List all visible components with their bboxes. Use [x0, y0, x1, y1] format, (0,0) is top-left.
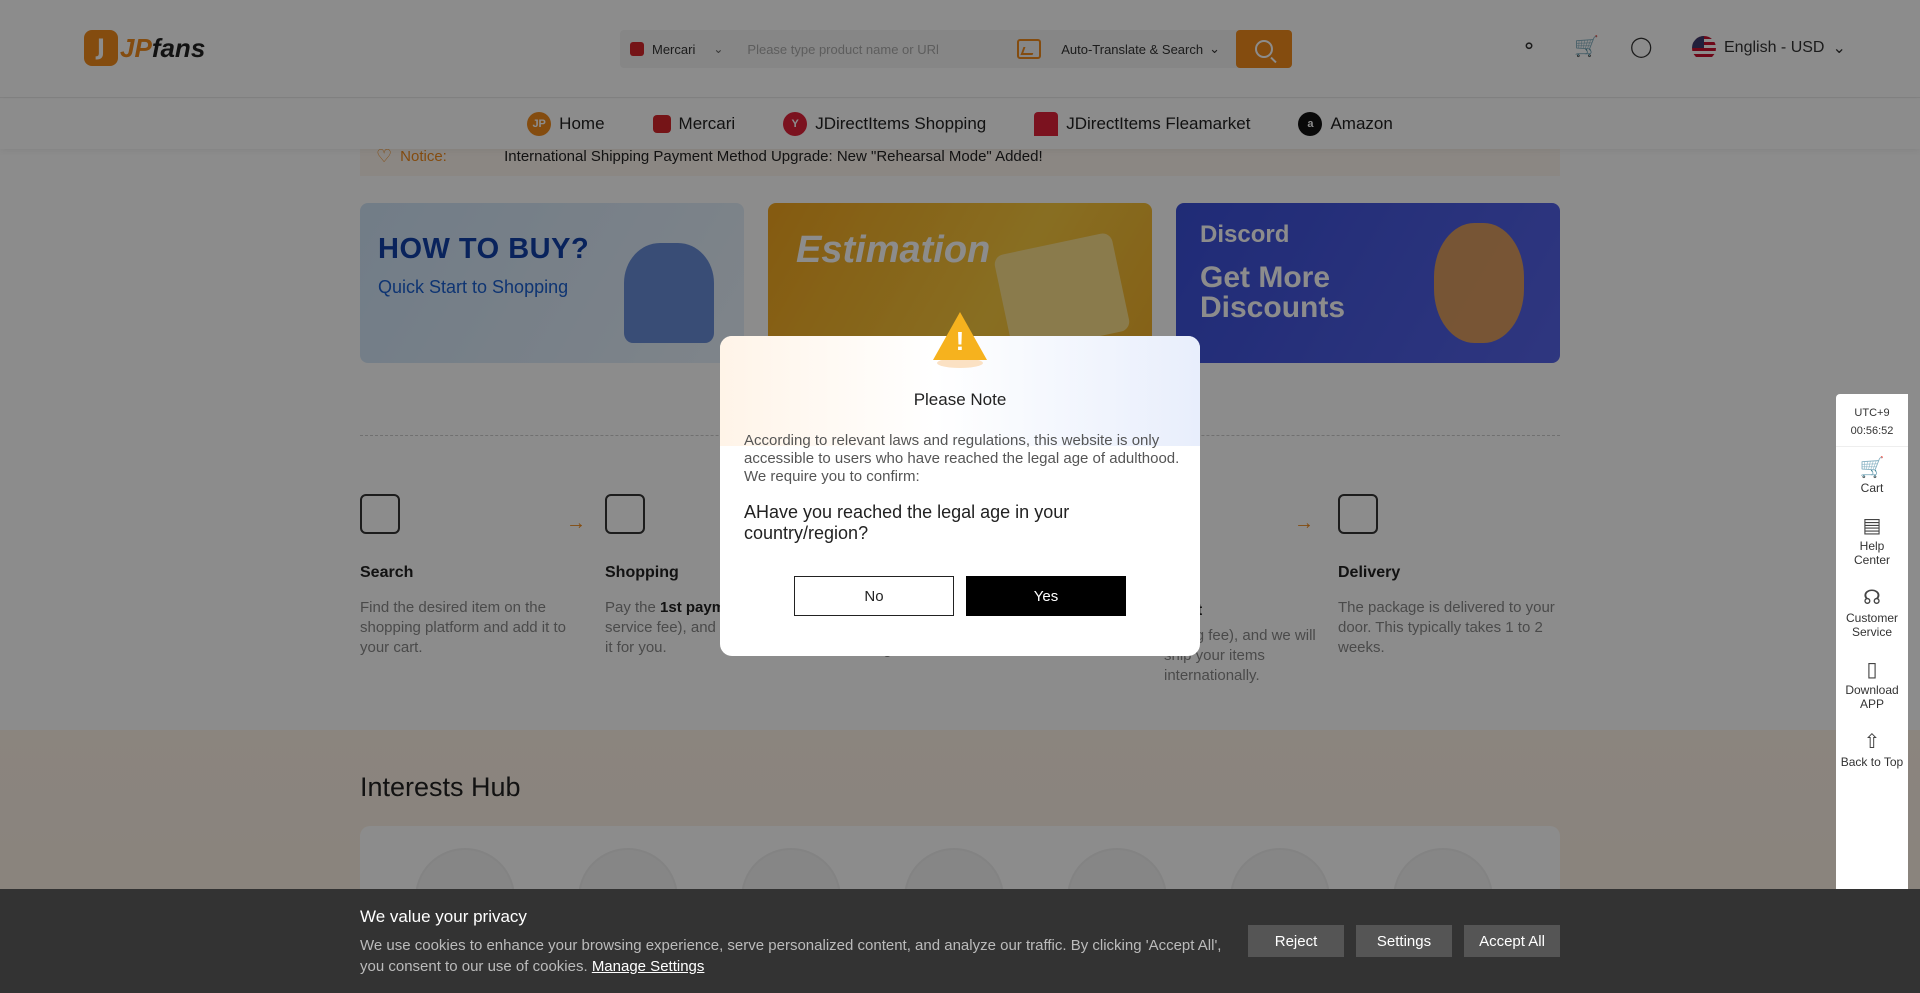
rail-label: Help Center: [1853, 539, 1891, 567]
time-label: 00:56:52: [1850, 425, 1894, 437]
arrow-up-icon: ⇧: [1863, 731, 1881, 753]
rail-label: Cart: [1860, 481, 1884, 495]
rail-item-download-app[interactable]: ▯ Download APP: [1836, 649, 1908, 721]
no-button[interactable]: No: [794, 576, 954, 616]
book-icon: ▤: [1862, 515, 1882, 537]
manage-settings-link[interactable]: Manage Settings: [592, 958, 705, 975]
cookie-text: We use cookies to enhance your browsing …: [360, 935, 1240, 977]
rail-item-customer-service[interactable]: ☊ Customer Service: [1836, 577, 1908, 649]
headset-icon: ☊: [1863, 587, 1881, 609]
cart-icon: 🛒: [1859, 457, 1885, 479]
modal-body: According to relevant laws and regulatio…: [744, 432, 1180, 485]
rail-label: Customer Service: [1845, 611, 1898, 639]
rail-label: Download APP: [1845, 683, 1899, 711]
rail-item-back-to-top[interactable]: ⇧ Back to Top: [1836, 721, 1908, 779]
rail-label: Back to Top: [1840, 755, 1904, 769]
clock: UTC+9 00:56:52: [1836, 394, 1908, 447]
settings-button[interactable]: Settings: [1356, 925, 1452, 957]
modal-title: Please Note: [913, 390, 1007, 409]
accept-all-button[interactable]: Accept All: [1464, 925, 1560, 957]
age-confirmation-modal: ! Please Note According to relevant laws…: [720, 312, 1200, 656]
cookie-text-body: We use cookies to enhance your browsing …: [360, 937, 1222, 975]
reject-button[interactable]: Reject: [1248, 925, 1344, 957]
modal-question: AHave you reached the legal age in your …: [744, 502, 1070, 543]
warning-icon: !: [933, 312, 987, 368]
cookie-title: We value your privacy: [360, 907, 527, 926]
rail-item-help-center[interactable]: ▤ Help Center: [1836, 505, 1908, 577]
cookie-banner: We value your privacy We use cookies to …: [0, 889, 1920, 993]
timezone-label: UTC+9: [1854, 407, 1890, 419]
rail-item-cart[interactable]: 🛒 Cart: [1836, 447, 1908, 505]
phone-icon: ▯: [1866, 659, 1878, 681]
side-toolbar: UTC+9 00:56:52 🛒 Cart ▤ Help Center ☊ Cu…: [1836, 394, 1908, 894]
yes-button[interactable]: Yes: [966, 576, 1126, 616]
